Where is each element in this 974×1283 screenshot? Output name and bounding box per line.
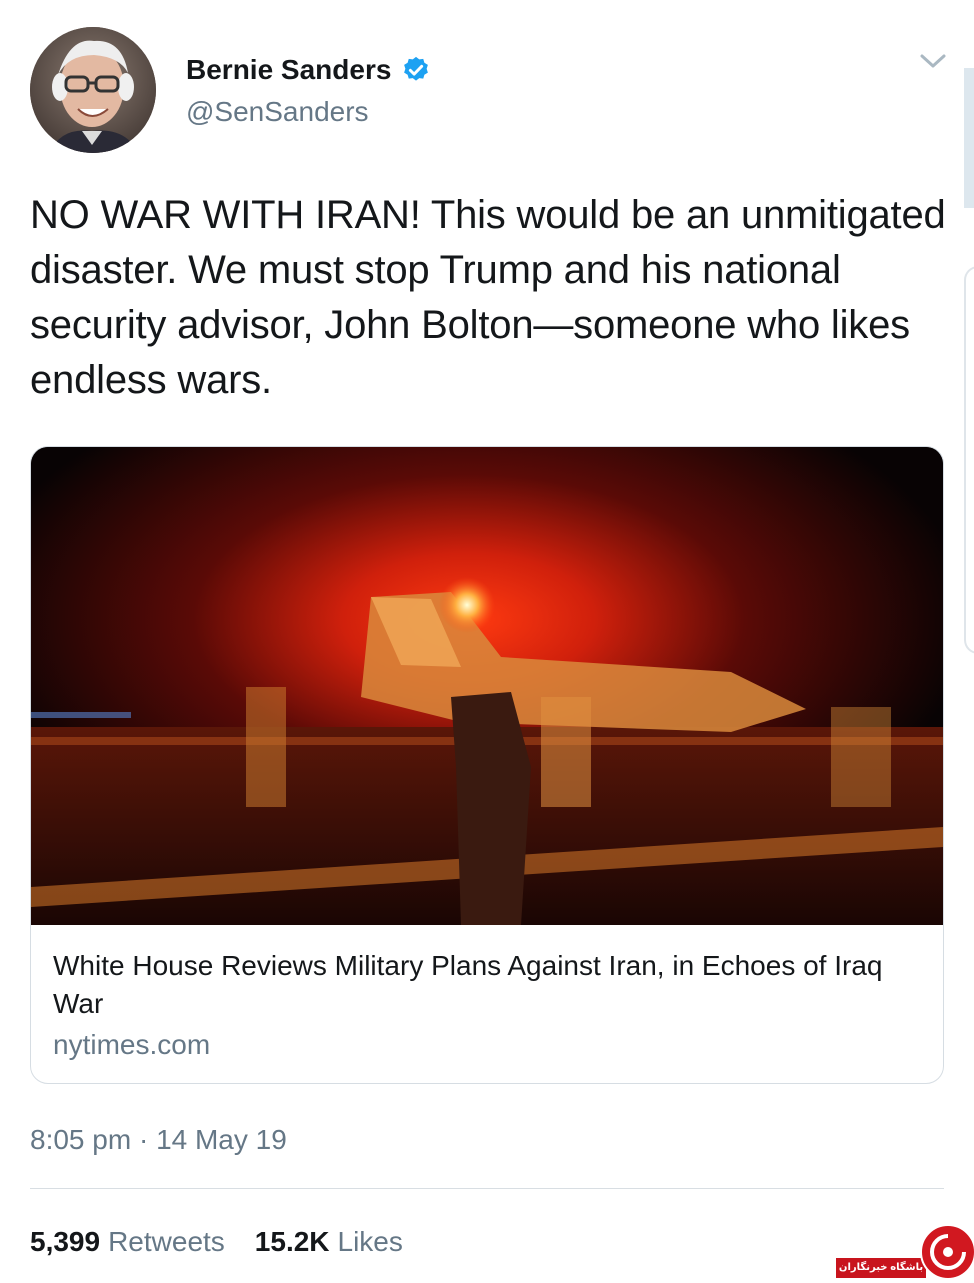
chevron-down-icon[interactable] — [918, 50, 948, 74]
card-image[interactable] — [31, 447, 943, 925]
avatar[interactable] — [30, 27, 156, 153]
tweet-stats: 5,399 Retweets 15.2K Likes — [30, 1226, 403, 1258]
card-title[interactable]: White House Reviews Military Plans Again… — [53, 947, 913, 1023]
divider — [30, 1188, 944, 1189]
tweet-date: 14 May 19 — [156, 1124, 287, 1155]
tweet-time: 8:05 pm — [30, 1124, 132, 1155]
scroll-edge — [964, 68, 974, 208]
watermark-logo: باشگاه خبرنگاران — [836, 1222, 974, 1280]
link-card[interactable]: White House Reviews Military Plans Again… — [30, 446, 944, 1084]
likes-count: 15.2K — [254, 1226, 330, 1257]
watermark-emblem-icon — [920, 1224, 974, 1280]
watermark-text: باشگاه خبرنگاران — [836, 1258, 926, 1278]
likes-label: Likes — [337, 1226, 403, 1257]
retweets-count: 5,399 — [30, 1226, 101, 1257]
verified-badge-icon — [401, 55, 431, 85]
side-panel-edge — [964, 266, 974, 654]
retweets-label: Retweets — [108, 1226, 225, 1257]
author-name-row[interactable]: Bernie Sanders — [186, 54, 431, 86]
retweets-stat[interactable]: 5,399 Retweets — [30, 1226, 225, 1258]
timestamp-separator: · — [138, 1124, 149, 1155]
tweet-timestamp[interactable]: 8:05 pm · 14 May 19 — [30, 1124, 287, 1156]
likes-stat[interactable]: 15.2K Likes — [255, 1226, 403, 1258]
tweet-text: NO WAR WITH IRAN! This would be an unmit… — [30, 193, 946, 402]
card-domain[interactable]: nytimes.com — [53, 1029, 210, 1061]
author-display-name[interactable]: Bernie Sanders — [186, 54, 391, 86]
author-handle[interactable]: @SenSanders — [186, 96, 369, 128]
